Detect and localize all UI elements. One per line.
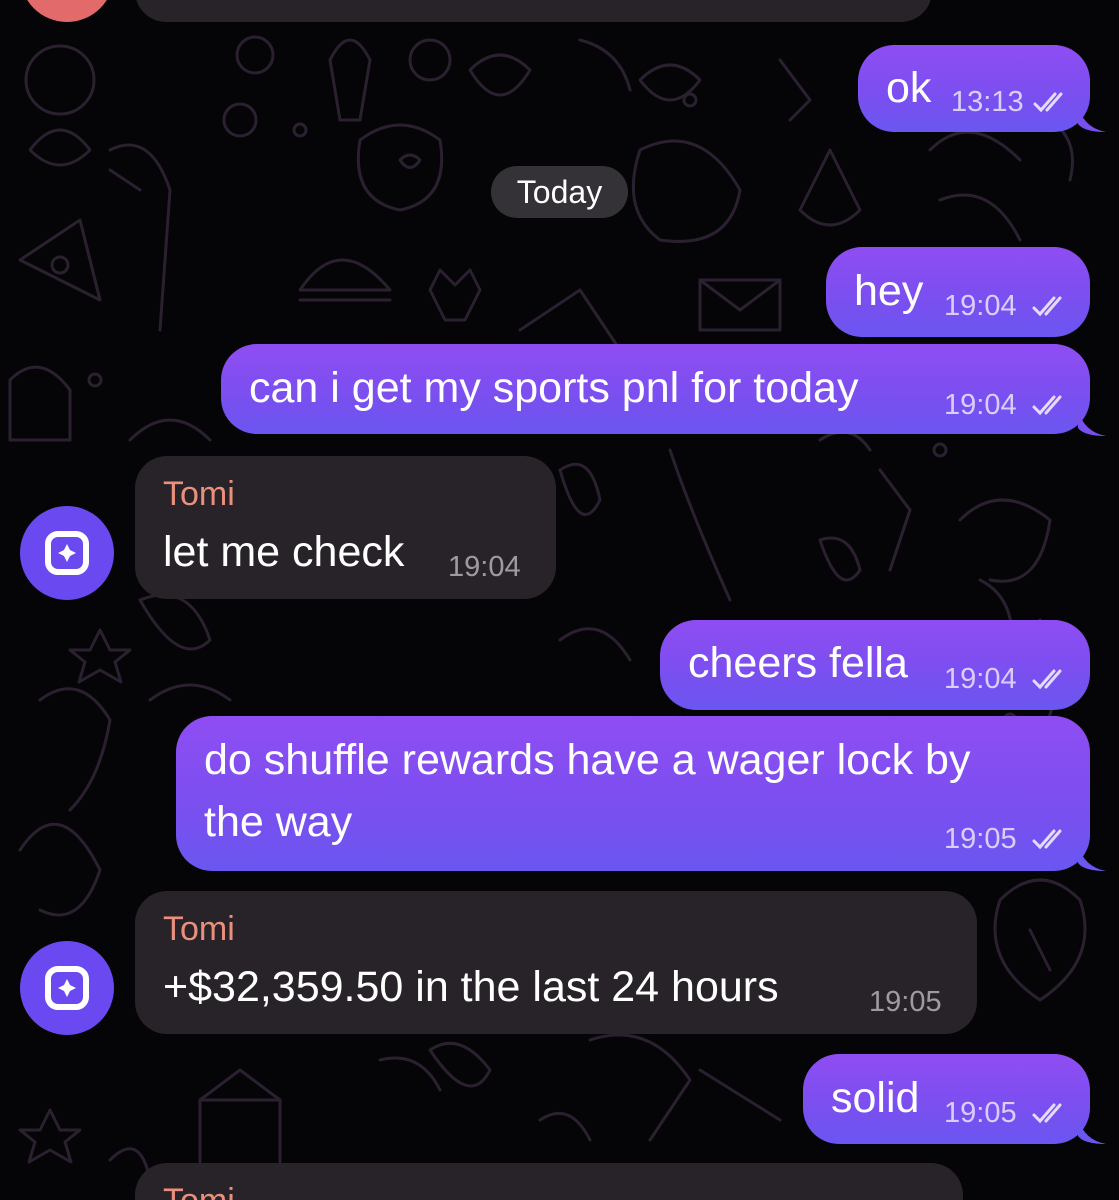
message-bubble-incoming[interactable]: Tomi let me check 19:04	[135, 456, 556, 599]
message-text: hey	[854, 267, 924, 315]
sender-name[interactable]: Tomi	[163, 1181, 235, 1200]
message-text: let me check	[163, 528, 405, 576]
chat-view[interactable]: ok 13:13 Today hey 19:04 can i get my sp…	[0, 0, 1119, 1200]
double-check-icon	[1032, 829, 1062, 850]
message-bubble-cutoff-top[interactable]	[135, 0, 932, 22]
double-check-icon	[1032, 296, 1062, 317]
message-bubble-outgoing[interactable]: ok 13:13	[858, 45, 1090, 132]
message-text-line-1: do shuffle rewards have a wager lock by	[204, 736, 971, 784]
bubble-tail	[1078, 845, 1106, 871]
sender-name[interactable]: Tomi	[163, 474, 235, 514]
message-time: 19:05	[944, 823, 1017, 855]
sender-name[interactable]: Tomi	[163, 909, 235, 949]
message-time: 19:05	[869, 986, 942, 1018]
double-check-icon	[1032, 395, 1062, 416]
message-bubble-incoming[interactable]: Tomi +$32,359.50 in the last 24 hours 19…	[135, 891, 977, 1034]
message-time: 19:04	[944, 290, 1017, 322]
sender-avatar[interactable]	[20, 941, 114, 1035]
message-time: 19:04	[448, 551, 521, 583]
date-separator: Today	[491, 166, 628, 218]
message-time: 19:04	[944, 389, 1017, 421]
sender-avatar[interactable]	[20, 506, 114, 600]
message-time: 19:04	[944, 663, 1017, 695]
message-time: 13:13	[951, 86, 1024, 118]
message-time: 19:05	[944, 1097, 1017, 1129]
shuffle-logo-icon	[45, 966, 89, 1010]
bubble-tail	[1078, 1118, 1106, 1144]
message-bubble-outgoing[interactable]: can i get my sports pnl for today 19:04	[221, 344, 1090, 434]
message-text-line-2: the way	[204, 798, 353, 846]
double-check-icon	[1032, 669, 1062, 690]
double-check-icon	[1033, 92, 1063, 113]
message-text: ok	[886, 64, 932, 112]
message-text: cheers fella	[688, 639, 908, 687]
message-text: solid	[831, 1074, 920, 1122]
message-bubble-incoming-cutoff[interactable]: Tomi	[135, 1163, 963, 1200]
message-bubble-outgoing[interactable]: cheers fella 19:04	[660, 620, 1090, 710]
message-bubble-outgoing[interactable]: hey 19:04	[826, 247, 1090, 337]
double-check-icon	[1032, 1103, 1062, 1124]
message-text: can i get my sports pnl for today	[249, 364, 859, 412]
message-bubble-outgoing[interactable]: do shuffle rewards have a wager lock by …	[176, 716, 1090, 871]
shuffle-logo-icon	[45, 531, 89, 575]
message-bubble-outgoing[interactable]: solid 19:05	[803, 1054, 1090, 1144]
bubble-tail	[1078, 410, 1106, 436]
message-text: +$32,359.50 in the last 24 hours	[163, 963, 779, 1011]
bubble-tail	[1078, 106, 1106, 132]
